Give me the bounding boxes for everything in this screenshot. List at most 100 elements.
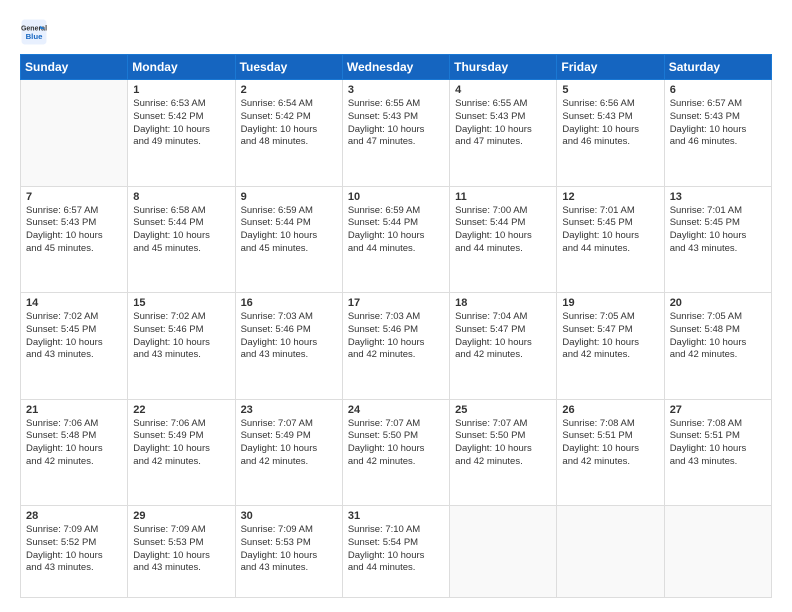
cell-sun-info: Sunrise: 7:04 AM Sunset: 5:47 PM Dayligh… (455, 311, 551, 362)
calendar-cell: 23 Sunrise: 7:07 AM Sunset: 5:49 PM Dayli… (235, 399, 342, 506)
day-number: 30 (241, 510, 337, 522)
calendar-cell (450, 506, 557, 598)
day-number: 21 (26, 404, 122, 416)
dow-header: Saturday (664, 55, 771, 80)
calendar-cell: 4 Sunrise: 6:55 AM Sunset: 5:43 PM Daylig… (450, 80, 557, 187)
day-number: 23 (241, 404, 337, 416)
calendar-cell: 5 Sunrise: 6:56 AM Sunset: 5:43 PM Daylig… (557, 80, 664, 187)
day-number: 4 (455, 84, 551, 96)
cell-sun-info: Sunrise: 7:01 AM Sunset: 5:45 PM Dayligh… (670, 205, 766, 256)
cell-sun-info: Sunrise: 7:07 AM Sunset: 5:49 PM Dayligh… (241, 418, 337, 469)
calendar-cell: 3 Sunrise: 6:55 AM Sunset: 5:43 PM Daylig… (342, 80, 449, 187)
day-number: 3 (348, 84, 444, 96)
cell-sun-info: Sunrise: 7:01 AM Sunset: 5:45 PM Dayligh… (562, 205, 658, 256)
cell-sun-info: Sunrise: 7:02 AM Sunset: 5:46 PM Dayligh… (133, 311, 229, 362)
cell-sun-info: Sunrise: 7:09 AM Sunset: 5:53 PM Dayligh… (241, 524, 337, 575)
logo-icon: General Blue (20, 18, 48, 46)
calendar-cell (664, 506, 771, 598)
cell-sun-info: Sunrise: 6:55 AM Sunset: 5:43 PM Dayligh… (348, 98, 444, 149)
cell-sun-info: Sunrise: 7:08 AM Sunset: 5:51 PM Dayligh… (562, 418, 658, 469)
calendar-cell: 31 Sunrise: 7:10 AM Sunset: 5:54 PM Dayli… (342, 506, 449, 598)
svg-text:Blue: Blue (26, 32, 44, 41)
calendar-cell (557, 506, 664, 598)
day-number: 11 (455, 191, 551, 203)
cell-sun-info: Sunrise: 7:09 AM Sunset: 5:53 PM Dayligh… (133, 524, 229, 575)
day-number: 22 (133, 404, 229, 416)
dow-header: Thursday (450, 55, 557, 80)
calendar-cell: 8 Sunrise: 6:58 AM Sunset: 5:44 PM Daylig… (128, 186, 235, 293)
cell-sun-info: Sunrise: 6:56 AM Sunset: 5:43 PM Dayligh… (562, 98, 658, 149)
cell-sun-info: Sunrise: 6:59 AM Sunset: 5:44 PM Dayligh… (348, 205, 444, 256)
cell-sun-info: Sunrise: 6:58 AM Sunset: 5:44 PM Dayligh… (133, 205, 229, 256)
calendar-cell: 7Sunrise: 6:57 AM Sunset: 5:43 PM Daylig… (21, 186, 128, 293)
day-number: 20 (670, 297, 766, 309)
calendar-cell: 1 Sunrise: 6:53 AM Sunset: 5:42 PM Daylig… (128, 80, 235, 187)
cell-sun-info: Sunrise: 7:05 AM Sunset: 5:47 PM Dayligh… (562, 311, 658, 362)
dow-header: Friday (557, 55, 664, 80)
day-number: 27 (670, 404, 766, 416)
cell-sun-info: Sunrise: 6:54 AM Sunset: 5:42 PM Dayligh… (241, 98, 337, 149)
calendar-cell: 11 Sunrise: 7:00 AM Sunset: 5:44 PM Dayli… (450, 186, 557, 293)
calendar-cell: 14 Sunrise: 7:02 AM Sunset: 5:45 PM Dayli… (21, 293, 128, 400)
cell-sun-info: Sunrise: 7:00 AM Sunset: 5:44 PM Dayligh… (455, 205, 551, 256)
calendar-cell: 12Sunrise: 7:01 AM Sunset: 5:45 PM Dayli… (557, 186, 664, 293)
calendar-cell: 17 Sunrise: 7:03 AM Sunset: 5:46 PM Dayli… (342, 293, 449, 400)
calendar-cell: 24 Sunrise: 7:07 AM Sunset: 5:50 PM Dayli… (342, 399, 449, 506)
day-number: 31 (348, 510, 444, 522)
cell-sun-info: Sunrise: 7:07 AM Sunset: 5:50 PM Dayligh… (348, 418, 444, 469)
page: General Blue SundayMondayTuesdayWednesda… (0, 0, 792, 612)
day-number: 8 (133, 191, 229, 203)
day-number: 6 (670, 84, 766, 96)
day-number: 24 (348, 404, 444, 416)
day-number: 7 (26, 191, 122, 203)
calendar-cell (21, 80, 128, 187)
cell-sun-info: Sunrise: 6:59 AM Sunset: 5:44 PM Dayligh… (241, 205, 337, 256)
calendar-cell: 16 Sunrise: 7:03 AM Sunset: 5:46 PM Dayli… (235, 293, 342, 400)
cell-sun-info: Sunrise: 7:07 AM Sunset: 5:50 PM Dayligh… (455, 418, 551, 469)
calendar-cell: 25Sunrise: 7:07 AM Sunset: 5:50 PM Dayli… (450, 399, 557, 506)
calendar-cell: 20Sunrise: 7:05 AM Sunset: 5:48 PM Dayli… (664, 293, 771, 400)
calendar-cell: 30 Sunrise: 7:09 AM Sunset: 5:53 PM Dayli… (235, 506, 342, 598)
day-number: 1 (133, 84, 229, 96)
day-number: 17 (348, 297, 444, 309)
day-number: 16 (241, 297, 337, 309)
cell-sun-info: Sunrise: 7:03 AM Sunset: 5:46 PM Dayligh… (241, 311, 337, 362)
cell-sun-info: Sunrise: 7:06 AM Sunset: 5:49 PM Dayligh… (133, 418, 229, 469)
day-number: 9 (241, 191, 337, 203)
cell-sun-info: Sunrise: 7:02 AM Sunset: 5:45 PM Dayligh… (26, 311, 122, 362)
day-number: 18 (455, 297, 551, 309)
day-number: 5 (562, 84, 658, 96)
calendar-cell: 21 Sunrise: 7:06 AM Sunset: 5:48 PM Dayli… (21, 399, 128, 506)
calendar-cell: 27 Sunrise: 7:08 AM Sunset: 5:51 PM Dayli… (664, 399, 771, 506)
day-number: 29 (133, 510, 229, 522)
calendar-cell: 9 Sunrise: 6:59 AM Sunset: 5:44 PM Daylig… (235, 186, 342, 293)
day-number: 28 (26, 510, 122, 522)
cell-sun-info: Sunrise: 6:55 AM Sunset: 5:43 PM Dayligh… (455, 98, 551, 149)
cell-sun-info: Sunrise: 6:53 AM Sunset: 5:42 PM Dayligh… (133, 98, 229, 149)
day-number: 13 (670, 191, 766, 203)
calendar-cell: 19 Sunrise: 7:05 AM Sunset: 5:47 PM Dayli… (557, 293, 664, 400)
logo: General Blue (20, 18, 48, 46)
day-number: 19 (562, 297, 658, 309)
day-number: 2 (241, 84, 337, 96)
calendar-table: SundayMondayTuesdayWednesdayThursdayFrid… (20, 54, 772, 598)
dow-header: Sunday (21, 55, 128, 80)
cell-sun-info: Sunrise: 7:10 AM Sunset: 5:54 PM Dayligh… (348, 524, 444, 575)
dow-header: Tuesday (235, 55, 342, 80)
cell-sun-info: Sunrise: 6:57 AM Sunset: 5:43 PM Dayligh… (670, 98, 766, 149)
cell-sun-info: Sunrise: 7:08 AM Sunset: 5:51 PM Dayligh… (670, 418, 766, 469)
calendar-cell: 22 Sunrise: 7:06 AM Sunset: 5:49 PM Dayli… (128, 399, 235, 506)
calendar-cell: 29 Sunrise: 7:09 AM Sunset: 5:53 PM Dayli… (128, 506, 235, 598)
calendar-cell: 6 Sunrise: 6:57 AM Sunset: 5:43 PM Daylig… (664, 80, 771, 187)
cell-sun-info: Sunrise: 7:06 AM Sunset: 5:48 PM Dayligh… (26, 418, 122, 469)
day-number: 26 (562, 404, 658, 416)
dow-header: Wednesday (342, 55, 449, 80)
calendar-cell: 10Sunrise: 6:59 AM Sunset: 5:44 PM Dayli… (342, 186, 449, 293)
day-number: 14 (26, 297, 122, 309)
calendar-cell: 18 Sunrise: 7:04 AM Sunset: 5:47 PM Dayli… (450, 293, 557, 400)
cell-sun-info: Sunrise: 7:03 AM Sunset: 5:46 PM Dayligh… (348, 311, 444, 362)
day-number: 15 (133, 297, 229, 309)
dow-header: Monday (128, 55, 235, 80)
calendar-cell: 15 Sunrise: 7:02 AM Sunset: 5:46 PM Dayli… (128, 293, 235, 400)
calendar-cell: 13 Sunrise: 7:01 AM Sunset: 5:45 PM Dayli… (664, 186, 771, 293)
